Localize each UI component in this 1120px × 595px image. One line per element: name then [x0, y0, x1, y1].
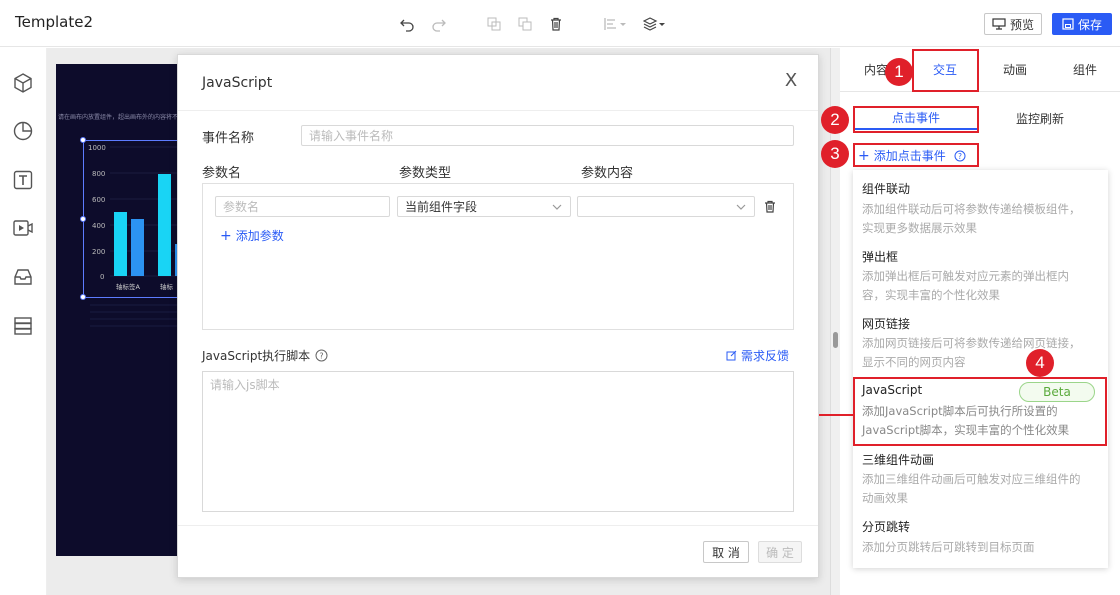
selected-chart-component[interactable]: 1000 800 600 400 200 0 轴标签A 轴标 [80, 137, 184, 300]
menu-item-title[interactable]: 网页链接 [862, 315, 910, 332]
step-marker: 3 [821, 140, 849, 168]
highlight-box [853, 143, 979, 167]
confirm-button[interactable]: 确 定 [758, 541, 802, 563]
axis-label-a: 轴标签A [116, 282, 141, 291]
top-toolbar: Template2 预览 保存 [0, 0, 1120, 47]
param-content-select[interactable] [577, 196, 755, 217]
connector-line [819, 414, 853, 416]
param-name-input[interactable]: 参数名 [215, 196, 390, 217]
close-button[interactable]: X [781, 71, 801, 91]
save-label: 保存 [1077, 17, 1102, 32]
bar [114, 212, 127, 276]
axis-label-b: 轴标 [160, 282, 174, 291]
copy-icon[interactable] [485, 15, 503, 33]
dialog-title: JavaScript [202, 75, 273, 91]
menu-item-desc: 添加弹出框后可触发对应元素的弹出框内容，实现丰富的个性化效果 [862, 269, 1069, 302]
redo-icon[interactable] [430, 15, 448, 33]
resize-handle[interactable] [80, 137, 86, 143]
chevron-down-icon [736, 204, 746, 210]
divider [178, 525, 818, 526]
plus-icon: + [220, 227, 232, 244]
trash-icon[interactable] [764, 200, 776, 213]
resize-handle[interactable] [80, 216, 86, 222]
splitter-handle[interactable] [833, 332, 838, 348]
menu-item-desc: 添加分页跳转后可跳转到目标页面 [862, 540, 1035, 554]
tick-600: 600 [92, 196, 105, 204]
delete-icon[interactable] [547, 15, 565, 33]
pie-chart-icon[interactable] [12, 120, 34, 142]
col-param-content: 参数内容 [581, 166, 634, 181]
tick-1000: 1000 [88, 144, 106, 152]
script-label-row: JavaScript执行脚本 ? [202, 347, 328, 364]
bar-chart-preview: 1000 800 600 400 200 0 轴标签A 轴标 [88, 144, 184, 291]
tick-0: 0 [100, 273, 104, 281]
tab-component[interactable]: 组件 [1050, 48, 1120, 92]
step-marker: 4 [1026, 349, 1054, 377]
menu-item-title[interactable]: 三维组件动画 [862, 451, 934, 468]
tick-400: 400 [92, 222, 105, 230]
cube-icon[interactable] [12, 72, 34, 94]
param-type-select[interactable]: 当前组件字段 [397, 196, 571, 217]
undo-icon[interactable] [398, 15, 416, 33]
event-type-menu: 组件联动 添加组件联动后可将参数传递给模板组件，实现更多数据展示效果 弹出框 添… [853, 170, 1108, 568]
align-icon[interactable] [604, 15, 628, 33]
feedback-link[interactable]: 需求反馈 [726, 347, 789, 364]
highlight-box [912, 49, 979, 92]
chart-shadow-lines [90, 304, 178, 327]
menu-item-desc: 添加网页链接后可将参数传递给网页链接，显示不同的网页内容 [862, 336, 1081, 369]
save-icon [1062, 18, 1074, 30]
edit-icon [726, 350, 737, 361]
add-param-label: 添加参数 [235, 229, 284, 243]
svg-text:?: ? [320, 352, 324, 361]
component-rail [0, 48, 47, 595]
layer-icon[interactable] [643, 15, 667, 33]
save-button[interactable]: 保存 [1052, 13, 1112, 35]
menu-item-desc: 添加三维组件动画后可触发对应三维组件的动画效果 [862, 472, 1081, 505]
subtab-monitor-refresh[interactable]: 监控刷新 [978, 106, 1102, 130]
script-textarea[interactable]: 请输入js脚本 [202, 371, 794, 512]
menu-item-title[interactable]: 组件联动 [862, 180, 910, 197]
monitor-icon [992, 18, 1006, 30]
feedback-label: 需求反馈 [741, 349, 790, 363]
col-param-type: 参数类型 [399, 166, 452, 181]
bar [131, 219, 144, 276]
step-marker: 2 [821, 106, 849, 134]
app-title: Template2 [15, 13, 93, 31]
tick-800: 800 [92, 170, 105, 178]
server-icon[interactable] [12, 315, 34, 337]
preview-button[interactable]: 预览 [984, 13, 1042, 35]
chevron-down-icon [552, 204, 562, 210]
javascript-dialog: JavaScript X 事件名称 请输入事件名称 参数名 参数类型 参数内容 … [177, 54, 819, 578]
add-param-link[interactable]: + 添加参数 [220, 227, 284, 244]
menu-item-desc: 添加组件联动后可将参数传递给模板组件，实现更多数据展示效果 [862, 202, 1081, 235]
menu-item-title[interactable]: 弹出框 [862, 248, 898, 265]
event-name-label: 事件名称 [202, 131, 255, 146]
preview-label: 预览 [1009, 17, 1034, 32]
script-label: JavaScript执行脚本 [202, 349, 311, 363]
tick-200: 200 [92, 248, 105, 256]
cancel-button[interactable]: 取 消 [703, 541, 749, 563]
event-name-input[interactable]: 请输入事件名称 [301, 125, 794, 146]
col-param-name: 参数名 [202, 166, 242, 181]
resize-handle[interactable] [80, 294, 86, 300]
highlight-box [853, 106, 979, 133]
param-type-value: 当前组件字段 [405, 200, 478, 214]
inbox-icon[interactable] [12, 266, 34, 288]
canvas-hint: 请在画布内放置组件，超出画布外的内容将不显示 [58, 114, 178, 121]
bar [158, 174, 171, 276]
param-table: 参数名 当前组件字段 + 添加参数 [202, 183, 794, 330]
menu-item-title[interactable]: 分页跳转 [862, 518, 910, 535]
help-icon[interactable]: ? [315, 349, 328, 362]
divider [178, 110, 818, 111]
text-icon[interactable] [12, 169, 34, 191]
paste-icon[interactable] [516, 15, 534, 33]
media-icon[interactable] [12, 217, 34, 239]
step-marker: 1 [885, 58, 913, 86]
tab-animation[interactable]: 动画 [980, 48, 1050, 92]
highlight-box [853, 377, 1107, 446]
